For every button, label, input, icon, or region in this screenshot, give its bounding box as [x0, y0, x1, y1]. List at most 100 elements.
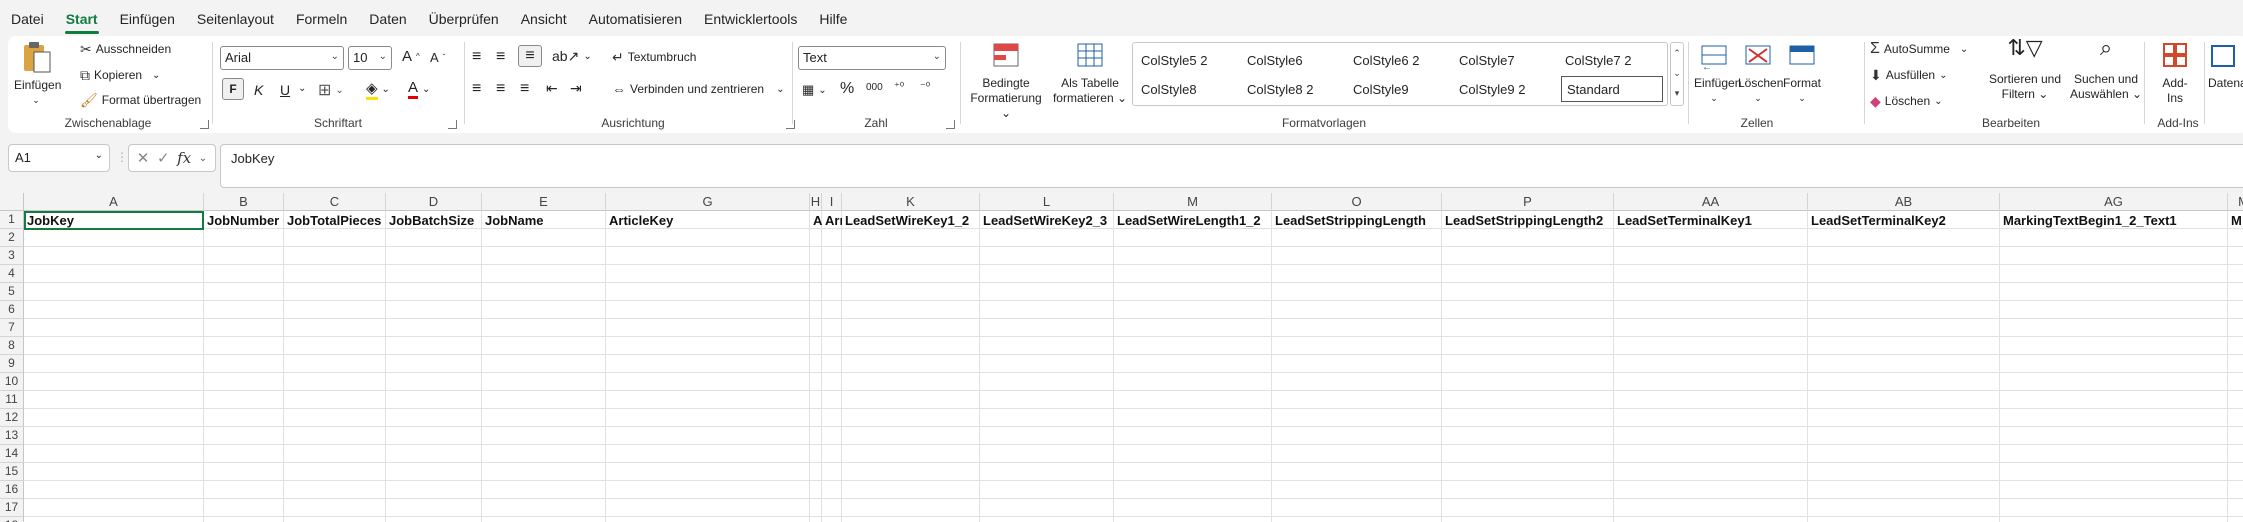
currency-icon[interactable]: ▦ ⌄	[802, 82, 827, 98]
data-analysis-button[interactable]: Datena	[2208, 40, 2243, 91]
align-middle-icon[interactable]: ≡	[496, 48, 505, 66]
column-header-m[interactable]: M	[2228, 193, 2243, 211]
cell-aa1[interactable]: LeadSetTerminalKey1	[1614, 212, 1808, 229]
fill-button[interactable]: ⬇ Ausfüllen ⌄	[1870, 68, 1948, 82]
cell-d1[interactable]: JobBatchSize	[386, 212, 482, 229]
style-colstyle8-2[interactable]: ColStyle8 2	[1247, 82, 1313, 97]
select-all-corner[interactable]	[0, 193, 24, 211]
wrap-text-button[interactable]: ↵ Textumbruch	[612, 50, 696, 64]
row-header-3[interactable]: 3	[0, 247, 24, 265]
tab-entwicklertools[interactable]: Entwicklertools	[693, 0, 808, 38]
align-bottom-icon[interactable]: ≡	[518, 45, 542, 67]
column-header-ab[interactable]: AB	[1808, 193, 2000, 211]
style-standard[interactable]: Standard	[1561, 76, 1663, 102]
underline-button[interactable]: U	[280, 82, 290, 98]
row-header-1[interactable]: 1	[0, 211, 24, 229]
row-header-17[interactable]: 17	[0, 499, 24, 517]
style-colstyle5-2[interactable]: ColStyle5 2	[1141, 53, 1207, 68]
column-header-e[interactable]: E	[482, 193, 606, 211]
style-colstyle9-2[interactable]: ColStyle9 2	[1459, 82, 1525, 97]
row-header-16[interactable]: 16	[0, 481, 24, 499]
column-header-c[interactable]: C	[284, 193, 386, 211]
row-header-2[interactable]: 2	[0, 229, 24, 247]
conditional-formatting-button[interactable]: Bedingte Formatierung ⌄	[964, 40, 1048, 121]
tab-daten[interactable]: Daten	[358, 0, 417, 38]
formula-input[interactable]: JobKey	[220, 144, 2243, 188]
cell-l1[interactable]: LeadSetWireKey2_3	[980, 212, 1114, 229]
cell-p1[interactable]: LeadSetStrippingLength2	[1442, 212, 1614, 229]
column-header-k[interactable]: K	[842, 193, 980, 211]
align-top-icon[interactable]: ≡	[472, 48, 481, 66]
font-launcher-icon[interactable]	[448, 120, 457, 129]
cell-e1[interactable]: JobName	[482, 212, 606, 229]
selected-cell-a1[interactable]	[24, 211, 204, 230]
cell-ab1[interactable]: LeadSetTerminalKey2	[1808, 212, 2000, 229]
tab-seitenlayout[interactable]: Seitenlayout	[186, 0, 285, 38]
cell-m1[interactable]: M	[2228, 212, 2243, 229]
chevron-down-icon[interactable]: ⌄	[199, 153, 207, 164]
cut-button[interactable]: ✂ Ausschneiden	[80, 42, 171, 56]
cell-ag1[interactable]: MarkingTextBegin1_2_Text1	[2000, 212, 2228, 229]
style-colstyle6[interactable]: ColStyle6	[1247, 53, 1303, 68]
row-header-6[interactable]: 6	[0, 301, 24, 319]
format-as-table-button[interactable]: Als Tabelle formatieren ⌄	[1052, 40, 1128, 106]
align-left-icon[interactable]: ≡	[472, 80, 481, 98]
row-header-15[interactable]: 15	[0, 463, 24, 481]
tab-automatisieren[interactable]: Automatisieren	[578, 0, 693, 38]
increase-decimal-icon[interactable]: ⁺⁰	[894, 80, 904, 93]
percent-icon[interactable]: %	[840, 80, 854, 98]
column-header-b[interactable]: B	[204, 193, 284, 211]
enter-icon[interactable]: ✓	[157, 149, 170, 167]
cell-c1[interactable]: JobTotalPieces	[284, 212, 386, 229]
tab-hilfe[interactable]: Hilfe	[808, 0, 858, 38]
clear-button[interactable]: ◆ Löschen ⌄	[1870, 94, 1943, 108]
row-header-12[interactable]: 12	[0, 409, 24, 427]
chevron-down-icon[interactable]: ⌄	[298, 83, 306, 94]
italic-button[interactable]: K	[254, 82, 263, 98]
merge-button[interactable]: ⇔ Verbinden und zentrieren ⌄	[612, 82, 785, 96]
format-painter-button[interactable]: 🖌 Format übertragen	[80, 93, 201, 107]
spreadsheet-grid[interactable]: ABCDEGHIKLMOPAAABAGM 1234567891011121314…	[0, 193, 2243, 522]
chevron-down-icon[interactable]: ⌄	[95, 150, 103, 161]
align-center-icon[interactable]: ≡	[496, 80, 505, 98]
cell-b1[interactable]: JobNumber	[204, 212, 284, 229]
autosum-button[interactable]: Σ AutoSumme ⌄	[1870, 41, 1968, 57]
column-header-p[interactable]: P	[1442, 193, 1614, 211]
tab-einfügen[interactable]: Einfügen	[109, 0, 186, 38]
gallery-scroll[interactable]: ⌃ ⌄ ▾	[1670, 42, 1684, 106]
font-size-combo[interactable]: 10 ⌄	[348, 46, 392, 70]
row-header-7[interactable]: 7	[0, 319, 24, 337]
style-colstyle9[interactable]: ColStyle9	[1353, 82, 1409, 97]
tab-start[interactable]: Start	[55, 0, 109, 38]
fill-color-button[interactable]: ◈ ⌄	[366, 79, 390, 100]
column-header-l[interactable]: L	[980, 193, 1114, 211]
row-header-4[interactable]: 4	[0, 265, 24, 283]
gallery-more-icon[interactable]: ▾	[1671, 83, 1683, 103]
clipboard-launcher-icon[interactable]	[200, 120, 209, 129]
find-select-button[interactable]: ⌕ Suchen und Auswählen ⌄	[2068, 37, 2144, 102]
increase-indent-icon[interactable]: ⇥	[570, 80, 582, 97]
tab-ansicht[interactable]: Ansicht	[510, 0, 578, 38]
sort-filter-button[interactable]: ⇅▽ Sortieren und Filtern ⌄	[1986, 37, 2064, 102]
cancel-icon[interactable]: ✕	[137, 149, 150, 167]
row-header-10[interactable]: 10	[0, 373, 24, 391]
column-header-h[interactable]: H	[810, 193, 822, 211]
column-header-a[interactable]: A	[24, 193, 204, 211]
orientation-icon[interactable]: ab↗ ⌄	[552, 48, 592, 65]
font-name-combo[interactable]: Arial ⌄	[220, 46, 344, 70]
insert-cells-button[interactable]: ← Einfügen ⌄	[1694, 40, 1741, 106]
tab-überprüfen[interactable]: Überprüfen	[418, 0, 510, 38]
insert-function-button[interactable]: fx	[177, 149, 191, 167]
style-colstyle6-2[interactable]: ColStyle6 2	[1353, 53, 1419, 68]
row-header-14[interactable]: 14	[0, 445, 24, 463]
row-header-8[interactable]: 8	[0, 337, 24, 355]
style-colstyle8[interactable]: ColStyle8	[1141, 82, 1197, 97]
row-header-18[interactable]: 18	[0, 517, 24, 522]
style-colstyle7[interactable]: ColStyle7	[1459, 53, 1515, 68]
row-header-5[interactable]: 5	[0, 283, 24, 301]
column-header-i[interactable]: I	[822, 193, 842, 211]
tab-formeln[interactable]: Formeln	[285, 0, 358, 38]
row-header-13[interactable]: 13	[0, 427, 24, 445]
decrease-indent-icon[interactable]: ⇤	[546, 80, 558, 97]
decrease-decimal-icon[interactable]: ⁻⁰	[920, 80, 930, 93]
